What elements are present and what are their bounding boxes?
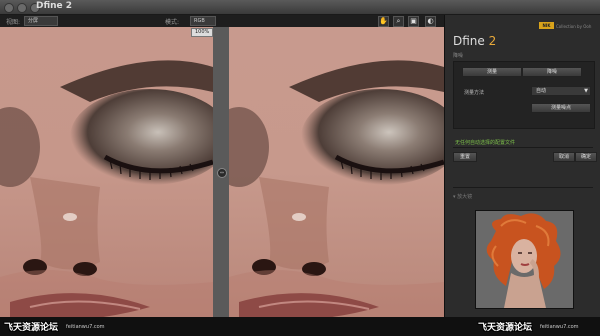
divider-line [453, 187, 593, 188]
brand-badge: NIK [539, 22, 554, 29]
loupe-thumbnail [475, 210, 574, 309]
minimize-window-button[interactable] [17, 3, 27, 13]
loupe-image [476, 211, 573, 308]
loupe-label: 放大镜 [457, 194, 473, 200]
brand-text: Collection by Ooh [556, 24, 592, 29]
watermark-right-url: feitianwu7.com [540, 324, 579, 330]
plugin-title-word: Dfine [453, 34, 485, 48]
mode-value: RGB [194, 18, 205, 24]
title-bar: Dfine 2 [0, 0, 600, 15]
plugin-title-number: 2 [488, 34, 497, 48]
watermark-left-text: 飞天资源论坛 [4, 323, 59, 333]
divider-line [453, 147, 593, 148]
ok-button[interactable]: 确定 [575, 152, 597, 162]
preview-before-pane[interactable] [0, 27, 213, 317]
control-panel: NIK Collection by Ooh Dfine 2 降噪 测量 降噪 测… [444, 15, 600, 317]
window-controls [4, 3, 40, 13]
cancel-button[interactable]: 取消 [553, 152, 575, 162]
view-layout-select[interactable]: 分屏 [24, 16, 58, 26]
reset-button[interactable]: 重置 [453, 152, 477, 162]
zoom-indicator: 100% [191, 28, 214, 37]
watermark-right-text: 飞天资源论坛 [478, 323, 533, 333]
plugin-subtitle: 降噪 [453, 53, 464, 59]
divider-drag-handle[interactable]: ⇔ [217, 168, 227, 178]
plugin-title: Dfine 2 [453, 34, 496, 48]
hand-tool-icon[interactable]: ✋ [378, 16, 389, 27]
tab-measure[interactable]: 测量 [462, 67, 522, 77]
tab-reduce[interactable]: 降噪 [522, 67, 582, 77]
method-select[interactable]: 自动 ▼ [531, 86, 591, 96]
before-image [0, 27, 213, 317]
mode-label: 模式: [165, 19, 180, 26]
window-title: Dfine 2 [36, 1, 73, 11]
zoom-tool-icon[interactable]: ⌕ [393, 16, 404, 27]
settings-box: 测量 降噪 测量方法 自动 ▼ 测量噪点 [453, 61, 595, 129]
mode-select[interactable]: RGB [190, 16, 216, 26]
bottom-bar: 飞天资源论坛 feitianwu7.com 飞天资源论坛 feitianwu7.… [0, 317, 600, 336]
chevron-down-icon: ▼ [584, 88, 588, 94]
view-label: 视图: [6, 19, 21, 26]
preview-toggle-icon[interactable]: ▣ [408, 16, 419, 27]
view-layout-value: 分屏 [28, 18, 39, 24]
profile-status-text: 无任何自动选择的配置文件 [455, 140, 516, 146]
method-label: 测量方法 [464, 90, 485, 96]
after-image [229, 27, 444, 317]
close-window-button[interactable] [4, 3, 14, 13]
method-select-value: 自动 [536, 88, 547, 94]
split-divider[interactable]: ⇔ [213, 27, 229, 317]
loupe-section-label[interactable]: ▾ 放大镜 [453, 193, 472, 200]
watermark-left-url: feitianwu7.com [66, 324, 105, 330]
measure-noise-button[interactable]: 测量噪点 [531, 103, 591, 113]
background-color-icon[interactable]: ◐ [425, 16, 436, 27]
preview-after-pane[interactable] [229, 27, 444, 317]
